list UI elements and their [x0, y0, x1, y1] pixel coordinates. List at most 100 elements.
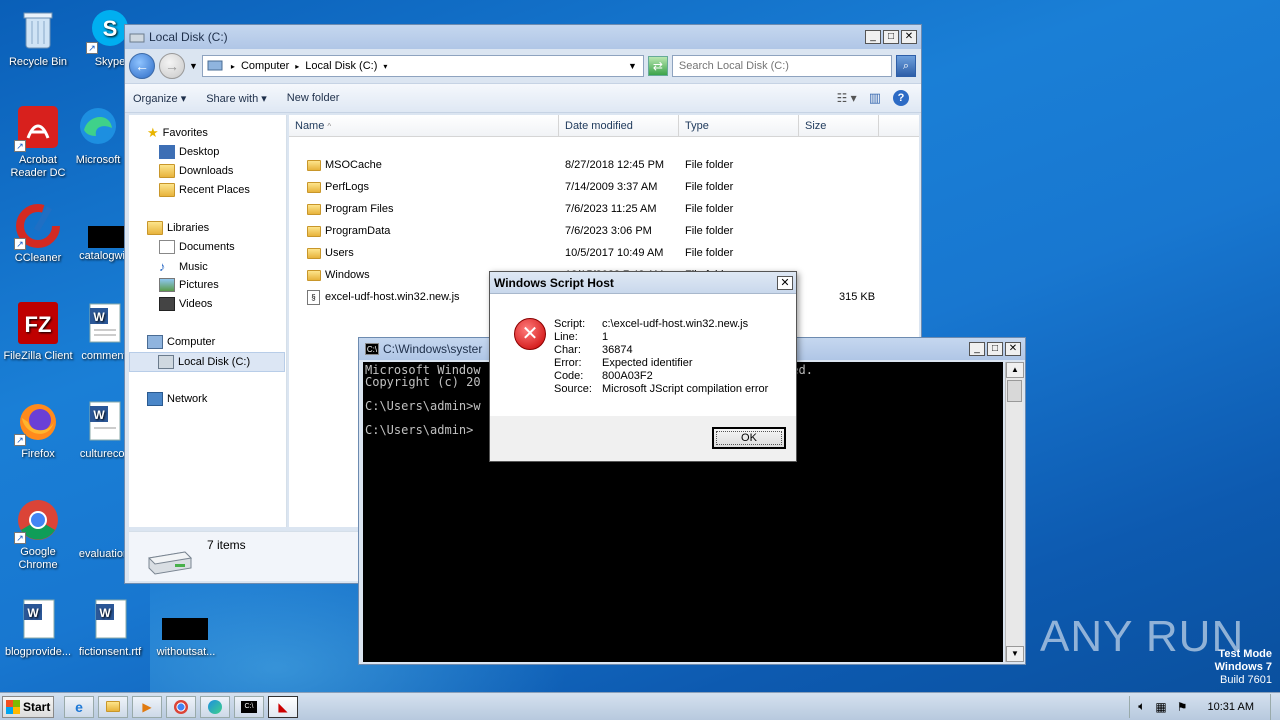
desktop-icon-filezilla[interactable]: FZ FileZilla Client [0, 300, 76, 363]
shortcut-arrow-icon: ↗ [14, 238, 26, 250]
share-with-menu[interactable]: Share with ▾ [206, 92, 267, 105]
scroll-up-button[interactable]: ▲ [1006, 362, 1024, 378]
desktop-icon-chrome[interactable]: ↗ Google Chrome [0, 496, 76, 572]
view-options-icon[interactable]: ☷ ▾ [837, 91, 857, 105]
file-row[interactable]: Program Files 7/6/2023 11:25 AM File folde… [289, 199, 919, 219]
taskbar-ie-button[interactable]: e [64, 695, 94, 718]
column-header-name[interactable]: Name ^ [289, 115, 559, 136]
dialog-titlebar[interactable]: Windows Script Host ✕ [490, 272, 796, 294]
taskbar-chrome-button[interactable] [166, 695, 196, 718]
nav-item-videos[interactable]: Videos [159, 297, 212, 311]
search-icon[interactable]: ⌕ [895, 55, 916, 77]
taskbar-cmd-button[interactable]: C:\ [234, 695, 264, 718]
column-label: Name [295, 120, 325, 132]
maximize-button[interactable]: □ [883, 30, 899, 44]
scroll-down-button[interactable]: ▼ [1006, 646, 1024, 662]
cmd-maximize-button[interactable]: □ [987, 342, 1003, 356]
desktop-icon-label: Firefox [21, 448, 55, 460]
desktop-icon-withoutsat[interactable]: withoutsat... [148, 646, 224, 659]
column-headers: Name ^ Date modified Type Size [289, 115, 919, 137]
action-center-flag-icon[interactable]: ⚑ [1177, 700, 1188, 714]
field-label: Code: [554, 370, 584, 382]
file-date: 7/6/2023 3:06 PM [565, 225, 652, 237]
refresh-button[interactable]: ⇄ [647, 56, 668, 76]
column-header-date[interactable]: Date modified [559, 115, 679, 136]
word-icon: W [86, 596, 134, 644]
taskbar-edge-button[interactable] [200, 695, 230, 718]
file-type: File folder [685, 203, 734, 215]
window-title: Local Disk (C:) [149, 30, 228, 44]
organize-menu[interactable]: Organize ▾ [133, 92, 186, 105]
new-folder-button[interactable]: New folder [287, 92, 340, 104]
anyrun-logo: ANY RUN [1040, 612, 1245, 661]
network-tray-icon[interactable]: ▦ [1155, 700, 1166, 714]
nav-network[interactable]: Network [147, 392, 207, 406]
file-row[interactable]: PerfLogs 7/14/2009 3:37 AM File folder [289, 177, 919, 197]
nav-item-pictures[interactable]: Pictures [159, 278, 219, 292]
desktop-folder-icon [159, 145, 175, 159]
network-icon [147, 392, 163, 406]
script-host-dialog: Windows Script Host ✕ ✕ Script: c:\excel… [489, 271, 797, 462]
folder-icon [307, 159, 321, 171]
minimize-button[interactable]: _ [865, 30, 881, 44]
computer-icon [147, 335, 163, 349]
column-header-type[interactable]: Type [679, 115, 799, 136]
volume-icon[interactable]: 🔈︎ [1138, 699, 1145, 714]
start-label: Start [23, 699, 51, 714]
desktop-icon-recycle-bin[interactable]: Recycle Bin [0, 6, 76, 69]
nav-favorites[interactable]: ★ Favorites [147, 125, 208, 141]
column-header-size[interactable]: Size [799, 115, 879, 136]
cmd-close-button[interactable]: ✕ [1005, 342, 1021, 356]
windows-logo-icon [6, 699, 20, 714]
desktop-icon-blogprovide[interactable]: W blogprovide... [0, 596, 76, 659]
shortcut-arrow-icon: ↗ [14, 140, 26, 152]
back-button[interactable]: ← [129, 53, 155, 79]
address-dropdown-icon[interactable]: ▼ [628, 61, 637, 71]
desktop-icon-fictionsent[interactable]: W fictionsent.rtf [72, 596, 148, 659]
address-row: ← → ▼ ▸ Computer ▸ Local Disk (C:) ▾ ▼ ⇄… [125, 49, 921, 83]
svg-text:FZ: FZ [25, 312, 52, 337]
help-icon[interactable]: ? [893, 90, 909, 106]
folder-icon [307, 247, 321, 259]
desktop-icon-label: fictionsent.rtf [78, 646, 142, 658]
nav-item-local-disk[interactable]: Local Disk (C:) [129, 352, 285, 372]
nav-item-desktop[interactable]: Desktop [159, 145, 219, 159]
forward-button[interactable]: → [159, 53, 185, 79]
explorer-titlebar[interactable]: Local Disk (C:) _ □ ✕ [125, 25, 921, 49]
nav-item-recent-places[interactable]: Recent Places [159, 183, 250, 197]
nav-item-documents[interactable]: Documents [159, 240, 235, 254]
breadcrumb-local-disk[interactable]: Local Disk (C:) [305, 60, 377, 72]
desktop-icon-firefox[interactable]: ↗ Firefox [0, 398, 76, 461]
cmd-icon: C:\ [365, 343, 379, 355]
scroll-thumb[interactable] [1007, 380, 1022, 402]
clock[interactable]: 10:31 AM [1208, 701, 1254, 713]
svg-text:S: S [103, 16, 118, 41]
folder-icon [307, 181, 321, 193]
close-button[interactable]: ✕ [901, 30, 917, 44]
cmd-scrollbar[interactable]: ▲ ▼ [1005, 362, 1024, 662]
file-row[interactable]: ProgramData 7/6/2023 3:06 PM File folder [289, 221, 919, 241]
recent-pages-chevron-icon[interactable]: ▼ [189, 61, 198, 71]
address-bar[interactable]: ▸ Computer ▸ Local Disk (C:) ▾ ▼ [201, 55, 644, 77]
taskbar-media-player-button[interactable]: ▶ [132, 695, 162, 718]
svg-text:W: W [93, 310, 105, 324]
file-row[interactable]: MSOCache 8/27/2018 12:45 PM File folder [289, 155, 919, 175]
field-label: Script: [554, 318, 586, 330]
nav-item-downloads[interactable]: Downloads [159, 164, 233, 178]
breadcrumb-computer[interactable]: Computer [241, 60, 289, 72]
preview-pane-icon[interactable]: ▥ [869, 90, 881, 106]
taskbar-explorer-button[interactable] [98, 695, 128, 718]
search-input[interactable] [671, 55, 892, 77]
dialog-close-button[interactable]: ✕ [777, 275, 793, 290]
cmd-minimize-button[interactable]: _ [969, 342, 985, 356]
show-desktop-button[interactable] [1270, 693, 1280, 720]
ok-button[interactable]: OK [712, 427, 786, 449]
watermark-line: Test Mode [1218, 648, 1272, 660]
start-button[interactable]: Start [2, 695, 54, 718]
taskbar-script-host-button[interactable]: ◣ [268, 695, 298, 718]
nav-item-music[interactable]: ♪ Music [159, 259, 208, 274]
desktop-icon-ccleaner[interactable]: ↗ CCleaner [0, 202, 76, 265]
file-row[interactable]: Users 10/5/2017 10:49 AM File folder [289, 243, 919, 263]
nav-libraries[interactable]: Libraries [147, 221, 209, 235]
nav-computer[interactable]: Computer [147, 335, 215, 349]
